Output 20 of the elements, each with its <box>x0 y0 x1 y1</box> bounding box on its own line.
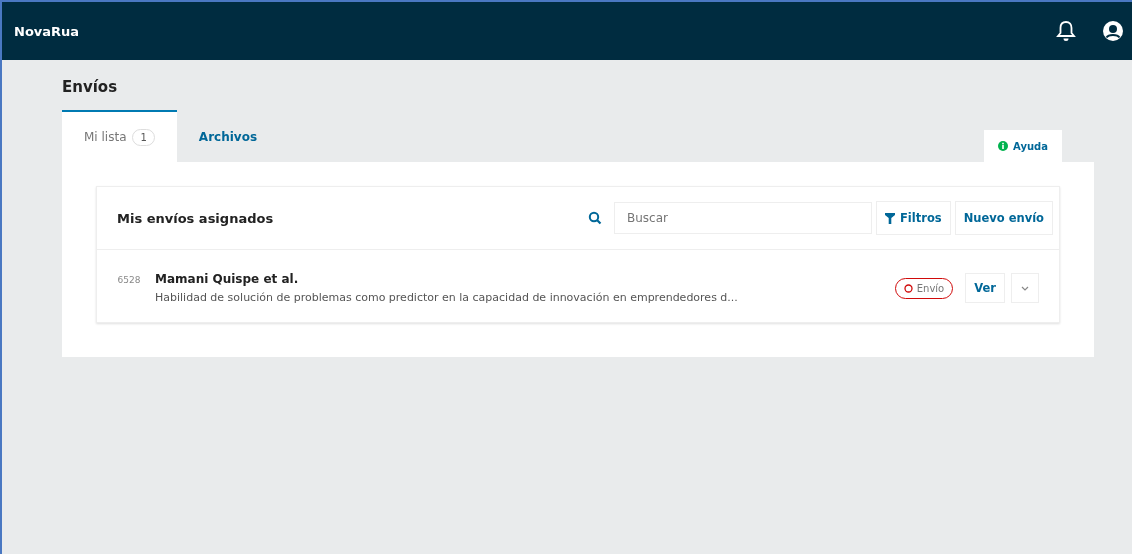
chevron-down-icon <box>1021 285 1029 291</box>
user-avatar-icon[interactable] <box>1102 20 1124 42</box>
help-button[interactable]: Ayuda <box>984 130 1062 162</box>
search-field[interactable]: Buscar <box>614 202 872 234</box>
bell-icon[interactable] <box>1056 20 1076 42</box>
brand-name[interactable]: NovaRua <box>14 23 80 39</box>
view-button[interactable]: Ver <box>965 273 1005 303</box>
filter-button[interactable]: Filtros <box>876 201 951 235</box>
circle-icon <box>903 283 913 293</box>
info-icon <box>998 141 1009 151</box>
tab[interactable]: Mi lista 1 <box>62 110 177 162</box>
submission-title: Habilidad de solución de problemas como predictor en la capacidad de innovación en emprendedores d... <box>155 291 739 304</box>
new-submission-button[interactable]: Nuevo envío <box>954 201 1053 235</box>
list-title: Mis envíos asignados <box>117 210 274 226</box>
search-icon <box>588 211 602 225</box>
filter-icon <box>885 212 895 224</box>
page-title: Envíos <box>62 78 119 96</box>
submission-id: 6528 <box>116 275 142 285</box>
tab[interactable]: Archivos <box>176 110 280 162</box>
submission-authors: Mamani Quispe et al. <box>155 272 300 286</box>
